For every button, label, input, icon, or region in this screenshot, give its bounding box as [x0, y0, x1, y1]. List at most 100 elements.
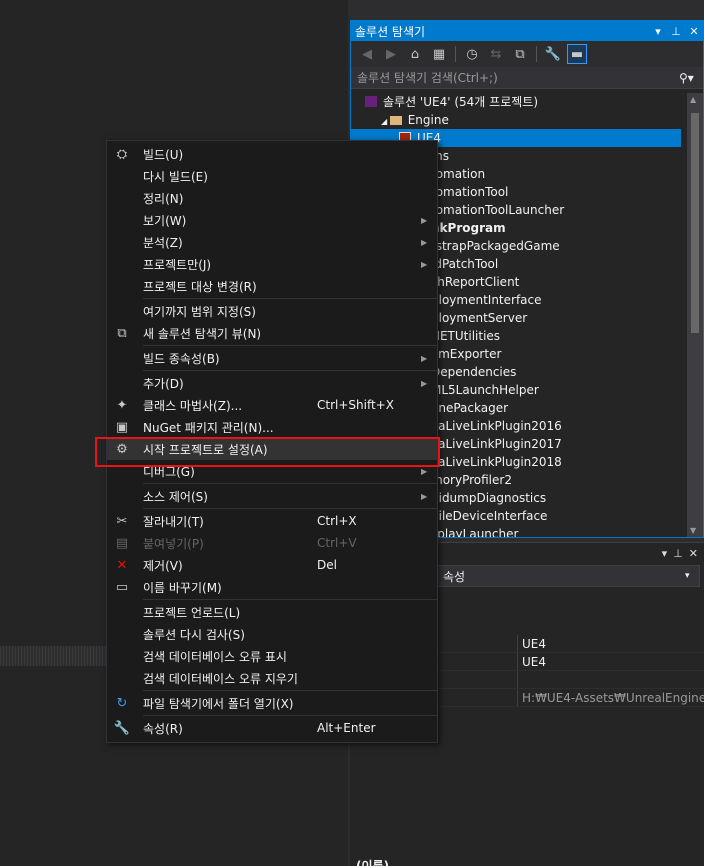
tree-item-label: yaLiveLinkPlugin2016 — [431, 419, 562, 433]
properties-wrench-icon[interactable]: 🔧 — [543, 44, 563, 64]
menu-separator — [143, 599, 437, 600]
solution-icon — [365, 96, 377, 107]
paste-icon: ▤ — [115, 535, 129, 551]
scroll-down-icon[interactable]: ▼ — [690, 526, 696, 535]
tree-item[interactable]: 솔루션 'UE4' (54개 프로젝트) — [351, 93, 681, 111]
menu-item[interactable]: ✂ 잘라내기(T) Ctrl+X — [107, 510, 437, 532]
expand-arrow-icon[interactable]: ◢ — [381, 117, 390, 126]
home-icon[interactable]: ⌂ — [405, 44, 425, 64]
tree-item-label: 솔루션 'UE4' (54개 프로젝트) — [383, 95, 538, 109]
menu-shortcut: Del — [317, 558, 337, 572]
window-position-dropdown-icon[interactable]: ▾ — [649, 25, 667, 38]
menu-item[interactable]: ▣ NuGet 패키지 관리(N)... — [107, 416, 437, 438]
menu-item-label: 디버그(G) — [143, 464, 195, 479]
menu-item[interactable]: 추가(D) ▶ — [107, 372, 437, 394]
submenu-arrow-icon: ▶ — [421, 466, 428, 476]
tree-item[interactable]: ◢ Engine — [351, 111, 681, 129]
menu-item-label: 보기(W) — [143, 213, 187, 228]
solution-explorer-search[interactable]: 솔루션 탐색기 검색(Ctrl+;) ⚲▾ — [351, 67, 703, 89]
switch-views-icon[interactable]: ▦ — [429, 44, 449, 64]
menu-item-label: 소스 제어(S) — [143, 489, 208, 504]
refresh-folder-icon: ↻ — [116, 695, 128, 711]
pending-changes-filter-icon[interactable]: ◷ — [462, 44, 482, 64]
menu-item[interactable]: ⚙ 시작 프로젝트로 설정(A) — [107, 438, 437, 460]
menu-item[interactable]: 디버그(G) ▶ — [107, 460, 437, 482]
menu-item-label: 다시 빌드(E) — [143, 169, 208, 184]
menu-item-label: 분석(Z) — [143, 235, 183, 250]
menu-item[interactable]: 정리(N) — [107, 187, 437, 209]
tree-item-label: Engine — [407, 113, 449, 127]
menu-shortcut: Ctrl+X — [317, 514, 357, 528]
tree-item-label: yaLiveLinkPlugin2018 — [431, 455, 562, 469]
tree-scrollbar[interactable]: ▲ ▼ — [687, 93, 703, 537]
menu-item[interactable]: 분석(Z) ▶ — [107, 231, 437, 253]
menu-item[interactable]: 프로젝트 대상 변경(R) — [107, 275, 437, 297]
menu-item[interactable]: ⧉ 새 솔루션 탐색기 뷰(N) — [107, 322, 437, 344]
tree-item-label: ML5LaunchHelper — [431, 383, 539, 397]
menu-item-label: 추가(D) — [143, 376, 184, 391]
close-icon[interactable]: ✕ — [685, 25, 703, 38]
property-value[interactable]: UE4 — [518, 653, 704, 670]
close-icon[interactable]: ✕ — [689, 547, 698, 560]
menu-item[interactable]: 소스 제어(S) ▶ — [107, 485, 437, 507]
menu-item[interactable]: 🔧 속성(R) Alt+Enter — [107, 717, 437, 739]
gear-icon: ⚙ — [116, 441, 128, 457]
tree-item-label: yaLiveLinkPlugin2017 — [431, 437, 562, 451]
property-value[interactable] — [518, 671, 704, 688]
menu-item-label: 잘라내기(T) — [143, 514, 204, 529]
menu-item-label: 속성(R) — [143, 721, 183, 736]
tree-item-label: splayLauncher — [431, 527, 519, 537]
menu-item: ▤ 붙여넣기(P) Ctrl+V — [107, 532, 437, 554]
menu-item[interactable]: ▭ 이름 바꾸기(M) — [107, 576, 437, 598]
rename-icon: ▭ — [115, 579, 129, 595]
back-icon[interactable]: ◀ — [357, 44, 377, 64]
menu-item[interactable]: 빌드 종속성(B) ▶ — [107, 347, 437, 369]
pin-icon[interactable]: ⊥ — [673, 547, 683, 560]
menu-item[interactable]: 보기(W) ▶ — [107, 209, 437, 231]
menu-item[interactable]: 검색 데이터베이스 오류 표시 — [107, 645, 437, 667]
menu-item[interactable]: 프로젝트만(J) ▶ — [107, 253, 437, 275]
pin-icon[interactable]: ⊥ — [667, 25, 685, 38]
menu-item-label: 검색 데이터베이스 오류 표시 — [143, 649, 287, 664]
menu-item-label: 붙여넣기(P) — [143, 536, 204, 551]
tree-item-label: ploymentServer — [431, 311, 528, 325]
new-view-icon: ⧉ — [117, 325, 127, 341]
tree-item-label: ploymentInterface — [431, 293, 542, 307]
toolbar-separator — [536, 46, 537, 62]
menu-item[interactable]: 솔루션 다시 검사(S) — [107, 623, 437, 645]
menu-item-label: 이름 바꾸기(M) — [143, 580, 222, 595]
collapse-all-icon[interactable]: ⧉ — [510, 44, 530, 64]
tree-item-label: tomationTool — [431, 185, 509, 199]
menu-item[interactable]: ✕ 제거(V) Del — [107, 554, 437, 576]
menu-item[interactable]: ✦ 클래스 마법사(Z)... Ctrl+Shift+X — [107, 394, 437, 416]
menu-item-label: 여기까지 범위 지정(S) — [143, 304, 256, 319]
property-value[interactable]: UE4 — [518, 635, 704, 652]
menu-item[interactable]: 여기까지 범위 지정(S) — [107, 300, 437, 322]
menu-item-label: 파일 탐색기에서 폴더 열기(X) — [143, 696, 294, 711]
window-position-dropdown-icon[interactable]: ▾ — [662, 547, 668, 560]
menu-item[interactable]: ⛭ 빌드(U) — [107, 143, 437, 165]
wrench-icon: 🔧 — [113, 720, 131, 736]
menu-item-label: 프로젝트 대상 변경(R) — [143, 279, 257, 294]
preview-selected-items-icon[interactable]: ▬ — [567, 44, 587, 64]
tree-item-label: nkProgram — [431, 221, 506, 235]
submenu-arrow-icon: ▶ — [421, 353, 428, 363]
submenu-arrow-icon: ▶ — [421, 237, 428, 247]
tree-item-label: nidumpDiagnostics — [431, 491, 547, 505]
menu-item[interactable]: ↻ 파일 탐색기에서 폴더 열기(X) — [107, 692, 437, 714]
search-icon[interactable]: ⚲▾ — [679, 71, 703, 85]
menu-item[interactable]: 검색 데이터베이스 오류 지우기 — [107, 667, 437, 689]
chevron-down-icon[interactable]: ▾ — [685, 571, 699, 581]
scroll-up-icon[interactable]: ▲ — [690, 95, 696, 104]
menu-separator — [143, 508, 437, 509]
menu-item[interactable]: 프로젝트 언로드(L) — [107, 601, 437, 623]
tree-item-label: NETUtilities — [431, 329, 501, 343]
forward-icon[interactable]: ▶ — [381, 44, 401, 64]
menu-item[interactable]: 다시 빌드(E) — [107, 165, 437, 187]
context-menu: ⛭ 빌드(U) 다시 빌드(E) 정리(N) 보기(W) ▶ 분석(Z) ▶ 프로젝트만(J) ▶… — [106, 140, 438, 743]
search-input[interactable]: 솔루션 탐색기 검색(Ctrl+;) — [357, 69, 679, 86]
menu-item-label: 검색 데이터베이스 오류 지우기 — [143, 671, 298, 686]
property-value[interactable]: H:₩UE4-Assets₩UnrealEngine-4. — [518, 689, 704, 706]
sync-with-document-icon[interactable]: ⇆ — [486, 44, 506, 64]
scrollbar-thumb[interactable] — [691, 113, 699, 333]
